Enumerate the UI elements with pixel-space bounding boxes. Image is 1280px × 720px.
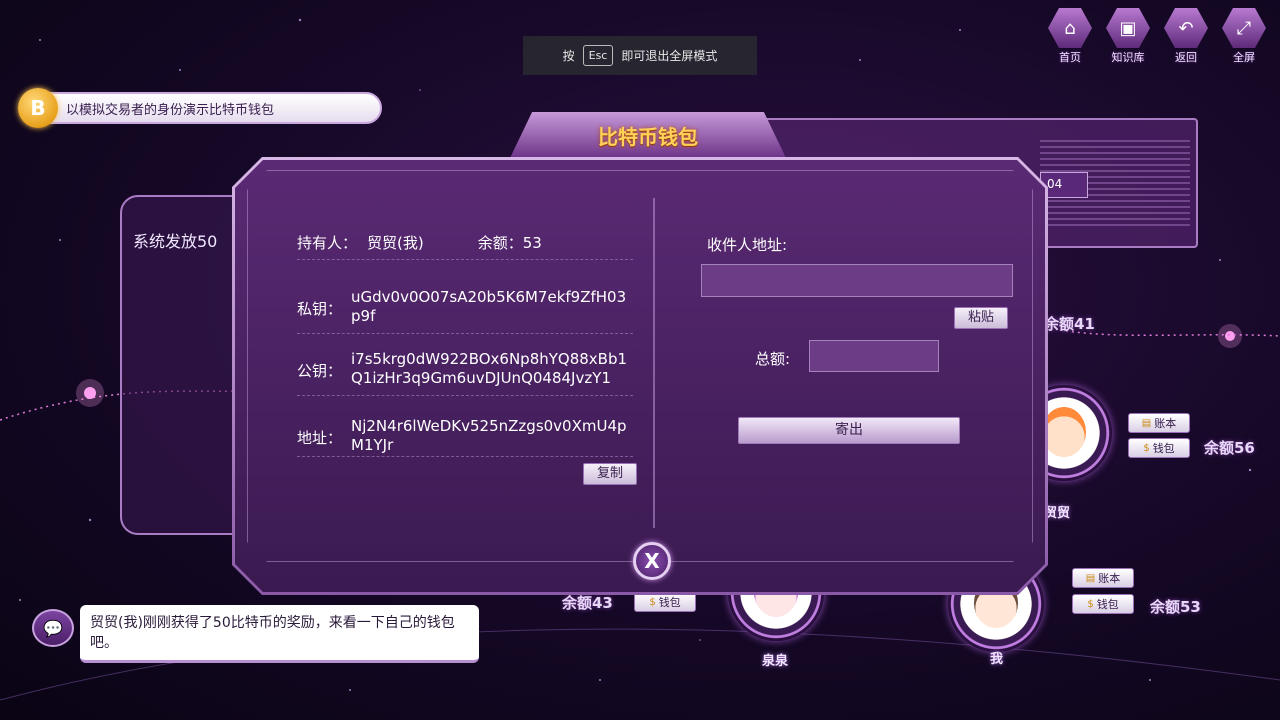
task-text: 以模拟交易者的身份演示比特币钱包 (66, 102, 275, 118)
wallet-button[interactable]: $ 钱包 (1128, 438, 1190, 458)
wallet-label: 钱包 (1096, 598, 1119, 611)
private-key-row: 私钥： uGdv0v0O07sA20b5K6M7ekf9ZfH03p9f (297, 288, 633, 334)
ledger-icon: ▤ (1141, 417, 1152, 429)
owner-row: 持有人： 贸贸(我) 余额：53 (297, 226, 633, 260)
ledger-button[interactable]: ▤ 账本 (1072, 568, 1134, 588)
close-icon: X (633, 542, 671, 580)
copy-button[interactable]: 复制 (583, 463, 637, 485)
wallet-label: 钱包 (1152, 442, 1175, 455)
wallet-button[interactable]: $ 钱包 (1072, 594, 1134, 614)
address-row: 地址： Nj2N4r6lWeDKv525nZzgs0v0XmU4pM1YJr (297, 417, 633, 457)
wallet-icon: $ (1143, 442, 1150, 454)
ledger-label: 账本 (1154, 417, 1177, 430)
wallet-button[interactable]: $ 钱包 (634, 592, 696, 612)
character-balance: 余额43 (562, 594, 613, 612)
hint-suffix: 即可退出全屏模式 (621, 49, 718, 63)
wallet-dialog: 持有人： 贸贸(我) 余额：53 私钥： uGdv0v0O07sA20b5K6M7ek… (232, 157, 1048, 595)
chat-bubble-icon: 💬 (32, 609, 74, 647)
top-balance: 余额41 (1044, 315, 1095, 333)
ledger-icon: ▤ (1085, 572, 1096, 584)
public-key-row: 公钥： i7s5krg0dW922BOx6Np8hYQ88xBb1Q1izHr3q… (297, 350, 633, 396)
character-name: 泉泉 (762, 654, 789, 669)
recipient-address-input[interactable] (701, 264, 1013, 297)
back-button[interactable]: ↶ 返回 (1162, 8, 1210, 65)
ledger-button[interactable]: ▤ 账本 (1128, 413, 1190, 433)
amount-label: 总额: (755, 350, 791, 368)
wallet-title: 比特币钱包 (598, 124, 698, 149)
wallet-balance: 余额：53 (477, 234, 542, 252)
owner-label: 持有人： (297, 234, 358, 252)
column-divider (653, 198, 655, 528)
knowledge-base-label: 知识库 (1111, 51, 1145, 64)
character-balance: 余额53 (1150, 598, 1201, 616)
fullscreen-label: 全屏 (1233, 51, 1255, 64)
home-icon: ⌂ (1048, 8, 1092, 48)
send-button[interactable]: 寄出 (738, 417, 960, 444)
book-icon: ▣ (1106, 8, 1150, 48)
ledger-label: 账本 (1098, 572, 1121, 585)
character-name: 我 (990, 652, 1004, 667)
wallet-icon: $ (649, 596, 656, 608)
wallet-dialog-body: 持有人： 贸贸(我) 余额：53 私钥： uGdv0v0O07sA20b5K6M7ek… (235, 160, 1045, 592)
address-label: 地址： (297, 429, 343, 447)
back-arrow-icon: ↶ (1164, 8, 1208, 48)
bitcoin-coin-icon: B (18, 88, 58, 128)
wallet-label: 钱包 (658, 596, 681, 609)
amount-input[interactable] (809, 340, 939, 372)
task-banner: B 以模拟交易者的身份演示比特币钱包 (18, 88, 382, 128)
knowledge-base-button[interactable]: ▣ 知识库 (1104, 8, 1152, 65)
private-key-label: 私钥： (297, 300, 343, 318)
wallet-icon: $ (1087, 598, 1094, 610)
system-broadcast-text: 系统发放50 (133, 232, 218, 251)
back-label: 返回 (1175, 51, 1197, 64)
public-key-value: i7s5krg0dW922BOx6Np8hYQ88xBb1Q1izHr3q9Gm… (351, 350, 628, 387)
private-key-value: uGdv0v0O07sA20b5K6M7ekf9ZfH03p9f (351, 288, 627, 325)
home-button[interactable]: ⌂ 首页 (1046, 8, 1094, 65)
close-dialog-button[interactable]: X (626, 540, 678, 582)
fullscreen-button[interactable]: ⤢ 全屏 (1220, 8, 1268, 65)
character-balance: 余额56 (1204, 439, 1255, 457)
wallet-title-tab: 比特币钱包 (510, 112, 786, 158)
esc-key-badge: Esc (582, 45, 614, 66)
girl-face-icon (1042, 407, 1086, 457)
fullscreen-exit-hint: 按 Esc 即可退出全屏模式 (523, 36, 757, 75)
owner-value: 贸贸(我) (367, 234, 424, 252)
hint-prefix: 按 (562, 49, 575, 63)
home-label: 首页 (1059, 51, 1081, 64)
fullscreen-icon: ⤢ (1222, 8, 1266, 48)
address-value: Nj2N4r6lWeDKv525nZzgs0v0XmU4pM1YJr (351, 417, 627, 454)
public-key-label: 公钥： (297, 362, 343, 380)
chat-message: 贸贸(我)刚刚获得了50比特币的奖励，来看一下自己的钱包吧。 (80, 605, 479, 663)
top-navigation: ⌂ 首页 ▣ 知识库 ↶ 返回 ⤢ 全屏 (1046, 8, 1268, 65)
recipient-address-label: 收件人地址: (707, 236, 788, 254)
paste-button[interactable]: 粘贴 (954, 307, 1008, 329)
